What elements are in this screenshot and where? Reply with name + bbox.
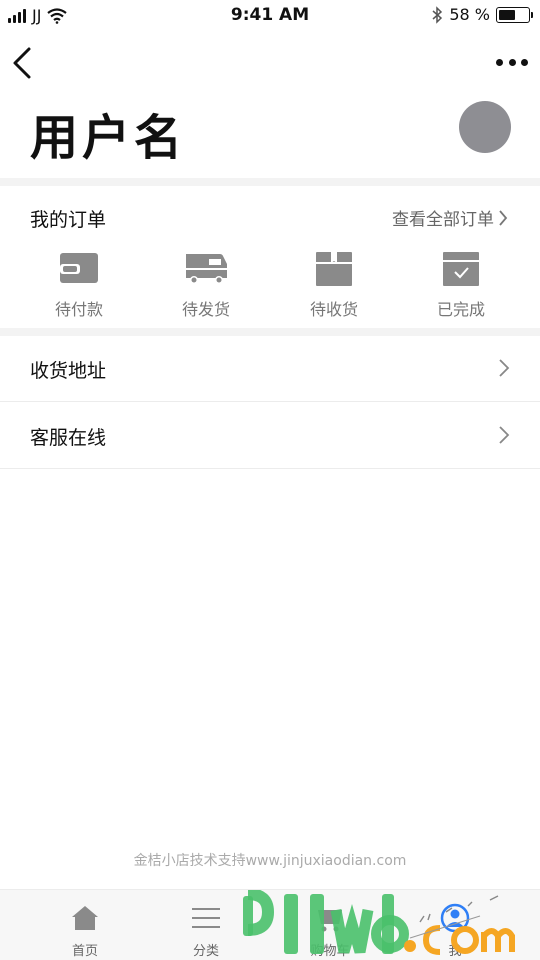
tab-bar: 首页 分类 购物车 我: [0, 889, 540, 960]
avatar[interactable]: [459, 101, 511, 153]
menu-lines-icon: [192, 908, 220, 928]
tab-category[interactable]: 分类: [161, 890, 251, 960]
tab-label: 购物车: [310, 944, 350, 959]
more-dot: [508, 58, 516, 66]
order-pending-receipt[interactable]: 待收货: [289, 250, 379, 320]
tab-cart[interactable]: 购物车: [285, 890, 375, 960]
menu-row-label: 收货地址: [30, 360, 107, 382]
order-item-label: 待发货: [181, 300, 230, 319]
order-item-label: 待收货: [309, 300, 358, 319]
order-pending-payment[interactable]: 待付款: [34, 250, 124, 320]
check-box-icon: [443, 252, 479, 286]
chevron-right-icon: [499, 426, 510, 444]
battery-percent: 58 %: [449, 5, 490, 24]
package-icon: [316, 252, 352, 286]
order-item-label: 待付款: [54, 300, 103, 319]
menu-row-address[interactable]: 收货地址: [0, 336, 540, 402]
tab-label: 分类: [192, 944, 219, 959]
back-button[interactable]: [10, 46, 36, 80]
tab-me[interactable]: 我: [410, 890, 500, 960]
view-all-orders-link[interactable]: 查看全部订单: [392, 205, 508, 230]
orders-title: 我的订单: [30, 209, 107, 231]
order-pending-shipment[interactable]: 待发货: [161, 250, 251, 320]
more-dot: [521, 58, 528, 66]
status-bar: JJ 9:41 AM 58 %: [0, 0, 540, 30]
cart-icon: [318, 910, 342, 932]
more-options-button[interactable]: [496, 52, 528, 72]
order-completed[interactable]: 已完成: [416, 250, 506, 320]
username-title: 用户名: [30, 110, 187, 166]
home-icon: [72, 906, 98, 930]
wallet-icon: [60, 253, 98, 283]
order-item-label: 已完成: [436, 300, 485, 319]
battery-icon: [496, 6, 533, 23]
tab-label: 我: [448, 944, 462, 959]
order-status-list: 待付款 待发货 待收货 已完成: [0, 250, 540, 320]
chevron-right-icon: [499, 209, 508, 226]
tab-label: 首页: [71, 944, 98, 959]
powered-by-text: 金桔小店技术支持www.jinjuxiaodian.com: [133, 853, 407, 869]
menu-row-customer-service[interactable]: 客服在线: [0, 403, 540, 469]
user-icon: [440, 903, 470, 933]
truck-icon: [186, 254, 227, 284]
menu-row-label: 客服在线: [30, 427, 107, 449]
status-right: 58 %: [431, 5, 533, 24]
section-divider: [0, 328, 540, 336]
view-all-label: 查看全部订单: [392, 210, 494, 230]
tab-home[interactable]: 首页: [40, 890, 130, 960]
section-divider: [0, 178, 540, 186]
chevron-right-icon: [499, 359, 510, 377]
more-dot: [496, 58, 503, 66]
bluetooth-icon: [432, 5, 443, 24]
